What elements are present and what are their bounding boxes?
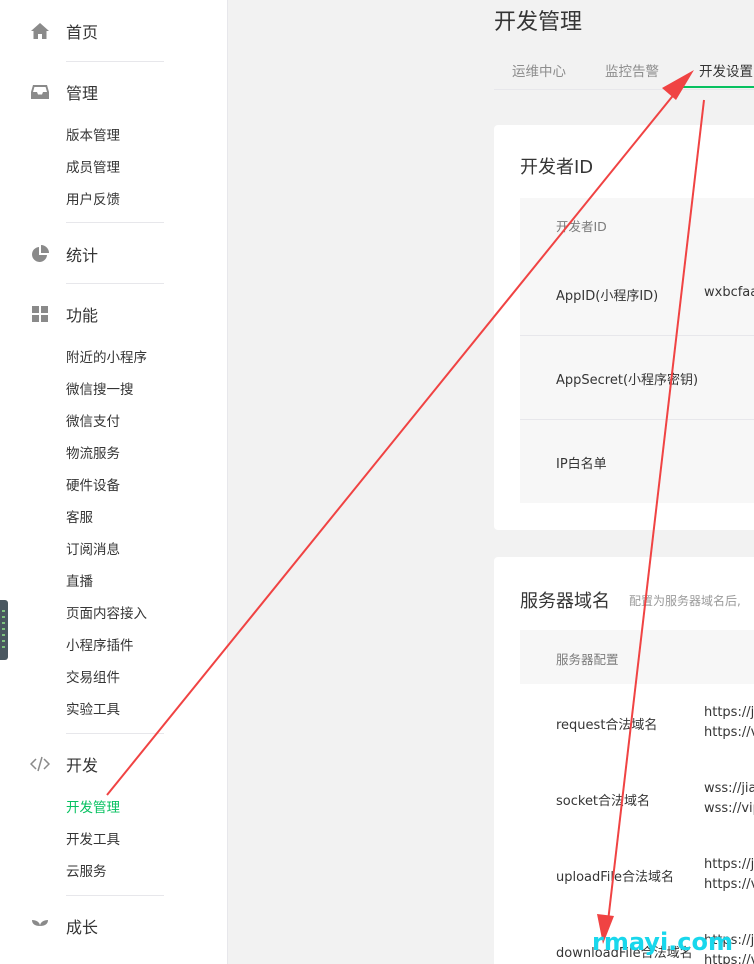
page-title: 开发管理 bbox=[494, 10, 583, 35]
code-icon bbox=[30, 754, 50, 774]
divider bbox=[66, 733, 164, 734]
nav-manage[interactable]: 管理 bbox=[30, 79, 98, 105]
grid-icon bbox=[30, 304, 50, 324]
divider bbox=[66, 283, 164, 284]
socket-domain-label: socket合法域名 bbox=[556, 794, 651, 809]
dev-id-title: 开发者ID bbox=[520, 157, 594, 178]
nav-home-label: 首页 bbox=[66, 23, 99, 42]
nav-dev[interactable]: 开发 bbox=[30, 751, 98, 777]
request-domain-label: request合法域名 bbox=[556, 718, 658, 733]
upload-domain-label: uploadFile合法域名 bbox=[556, 870, 675, 885]
nav-features-label: 功能 bbox=[66, 306, 99, 325]
nav-manage-label: 管理 bbox=[66, 84, 99, 103]
sidebar: 首页 管理 版本管理 成员管理 用户反馈 统计 功能 附近的小程序 微信搜一搜 … bbox=[0, 0, 228, 964]
inbox-icon bbox=[30, 82, 50, 102]
server-table-header: 服务器配置 bbox=[520, 630, 754, 684]
divider bbox=[66, 61, 164, 62]
tab-ops-center[interactable]: 运维中心 bbox=[512, 60, 566, 80]
pie-chart-icon bbox=[30, 244, 50, 264]
appsecret-label: AppSecret(小程序密钥) bbox=[556, 373, 699, 388]
sidebar-item-cloud[interactable]: 云服务 bbox=[66, 862, 107, 882]
server-domain-title: 服务器域名 bbox=[520, 591, 610, 612]
upload-domain-value-2: https://v bbox=[704, 877, 754, 892]
home-icon bbox=[30, 21, 50, 41]
nav-stats-label: 统计 bbox=[66, 246, 99, 265]
tab-active-indicator bbox=[681, 86, 754, 88]
divider bbox=[66, 222, 164, 223]
drag-handle[interactable] bbox=[0, 600, 8, 660]
sidebar-item-lab[interactable]: 实验工具 bbox=[66, 700, 120, 720]
dev-id-header: 开发者ID bbox=[556, 219, 607, 234]
dev-id-table: 开发者ID AppID(小程序ID) wxbcfaa AppSecret(小程序… bbox=[520, 198, 754, 503]
sidebar-item-dev-manage[interactable]: 开发管理 bbox=[66, 798, 120, 818]
watermark: rmayi.com bbox=[592, 928, 734, 956]
tab-dev-settings[interactable]: 开发设置 bbox=[699, 60, 753, 80]
request-domain-value-1: https://ji bbox=[704, 705, 754, 720]
server-domain-desc: 配置为服务器域名后, bbox=[629, 594, 741, 608]
sidebar-item-live[interactable]: 直播 bbox=[66, 572, 93, 592]
sidebar-item-search[interactable]: 微信搜一搜 bbox=[66, 380, 134, 400]
nav-grow[interactable]: 成长 bbox=[30, 913, 98, 939]
sidebar-item-feedback[interactable]: 用户反馈 bbox=[66, 190, 120, 210]
server-domain-card: 服务器域名 配置为服务器域名后, 服务器配置 request合法域名 https… bbox=[494, 557, 754, 964]
nav-features[interactable]: 功能 bbox=[30, 301, 98, 327]
nav-stats[interactable]: 统计 bbox=[30, 241, 98, 267]
socket-domain-value-2: wss://vip bbox=[704, 801, 754, 816]
appid-value: wxbcfaa bbox=[704, 285, 754, 300]
dev-id-card: 开发者ID 开发者ID AppID(小程序ID) wxbcfaa AppSecr… bbox=[494, 125, 754, 530]
sidebar-item-trade[interactable]: 交易组件 bbox=[66, 668, 120, 688]
ip-whitelist-label: IP白名单 bbox=[556, 457, 607, 472]
sidebar-item-nearby[interactable]: 附近的小程序 bbox=[66, 348, 147, 368]
appid-label: AppID(小程序ID) bbox=[556, 289, 659, 304]
row-divider bbox=[520, 419, 754, 420]
sidebar-item-pay[interactable]: 微信支付 bbox=[66, 412, 120, 432]
sidebar-item-plugins[interactable]: 小程序插件 bbox=[66, 636, 134, 656]
socket-domain-value-1: wss://jia bbox=[704, 781, 754, 796]
sprout-icon bbox=[30, 916, 50, 936]
sidebar-item-members[interactable]: 成员管理 bbox=[66, 158, 120, 178]
row-divider bbox=[520, 335, 754, 336]
sidebar-item-version[interactable]: 版本管理 bbox=[66, 126, 120, 146]
server-config-header: 服务器配置 bbox=[556, 652, 619, 667]
nav-grow-label: 成长 bbox=[66, 918, 99, 937]
nav-home[interactable]: 首页 bbox=[30, 18, 98, 44]
sidebar-item-subscribe[interactable]: 订阅消息 bbox=[66, 540, 120, 560]
sidebar-item-service[interactable]: 客服 bbox=[66, 508, 93, 528]
tab-bar: 运维中心 监控告警 开发设置 bbox=[494, 50, 754, 90]
divider bbox=[66, 895, 164, 896]
sidebar-item-hardware[interactable]: 硬件设备 bbox=[66, 476, 120, 496]
nav-dev-label: 开发 bbox=[66, 756, 99, 775]
tab-monitor-alert[interactable]: 监控告警 bbox=[605, 60, 659, 80]
upload-domain-value-1: https://ji bbox=[704, 857, 754, 872]
sidebar-item-dev-tools[interactable]: 开发工具 bbox=[66, 830, 120, 850]
sidebar-item-logistics[interactable]: 物流服务 bbox=[66, 444, 120, 464]
sidebar-item-page-content[interactable]: 页面内容接入 bbox=[66, 604, 147, 624]
request-domain-value-2: https://v bbox=[704, 725, 754, 740]
